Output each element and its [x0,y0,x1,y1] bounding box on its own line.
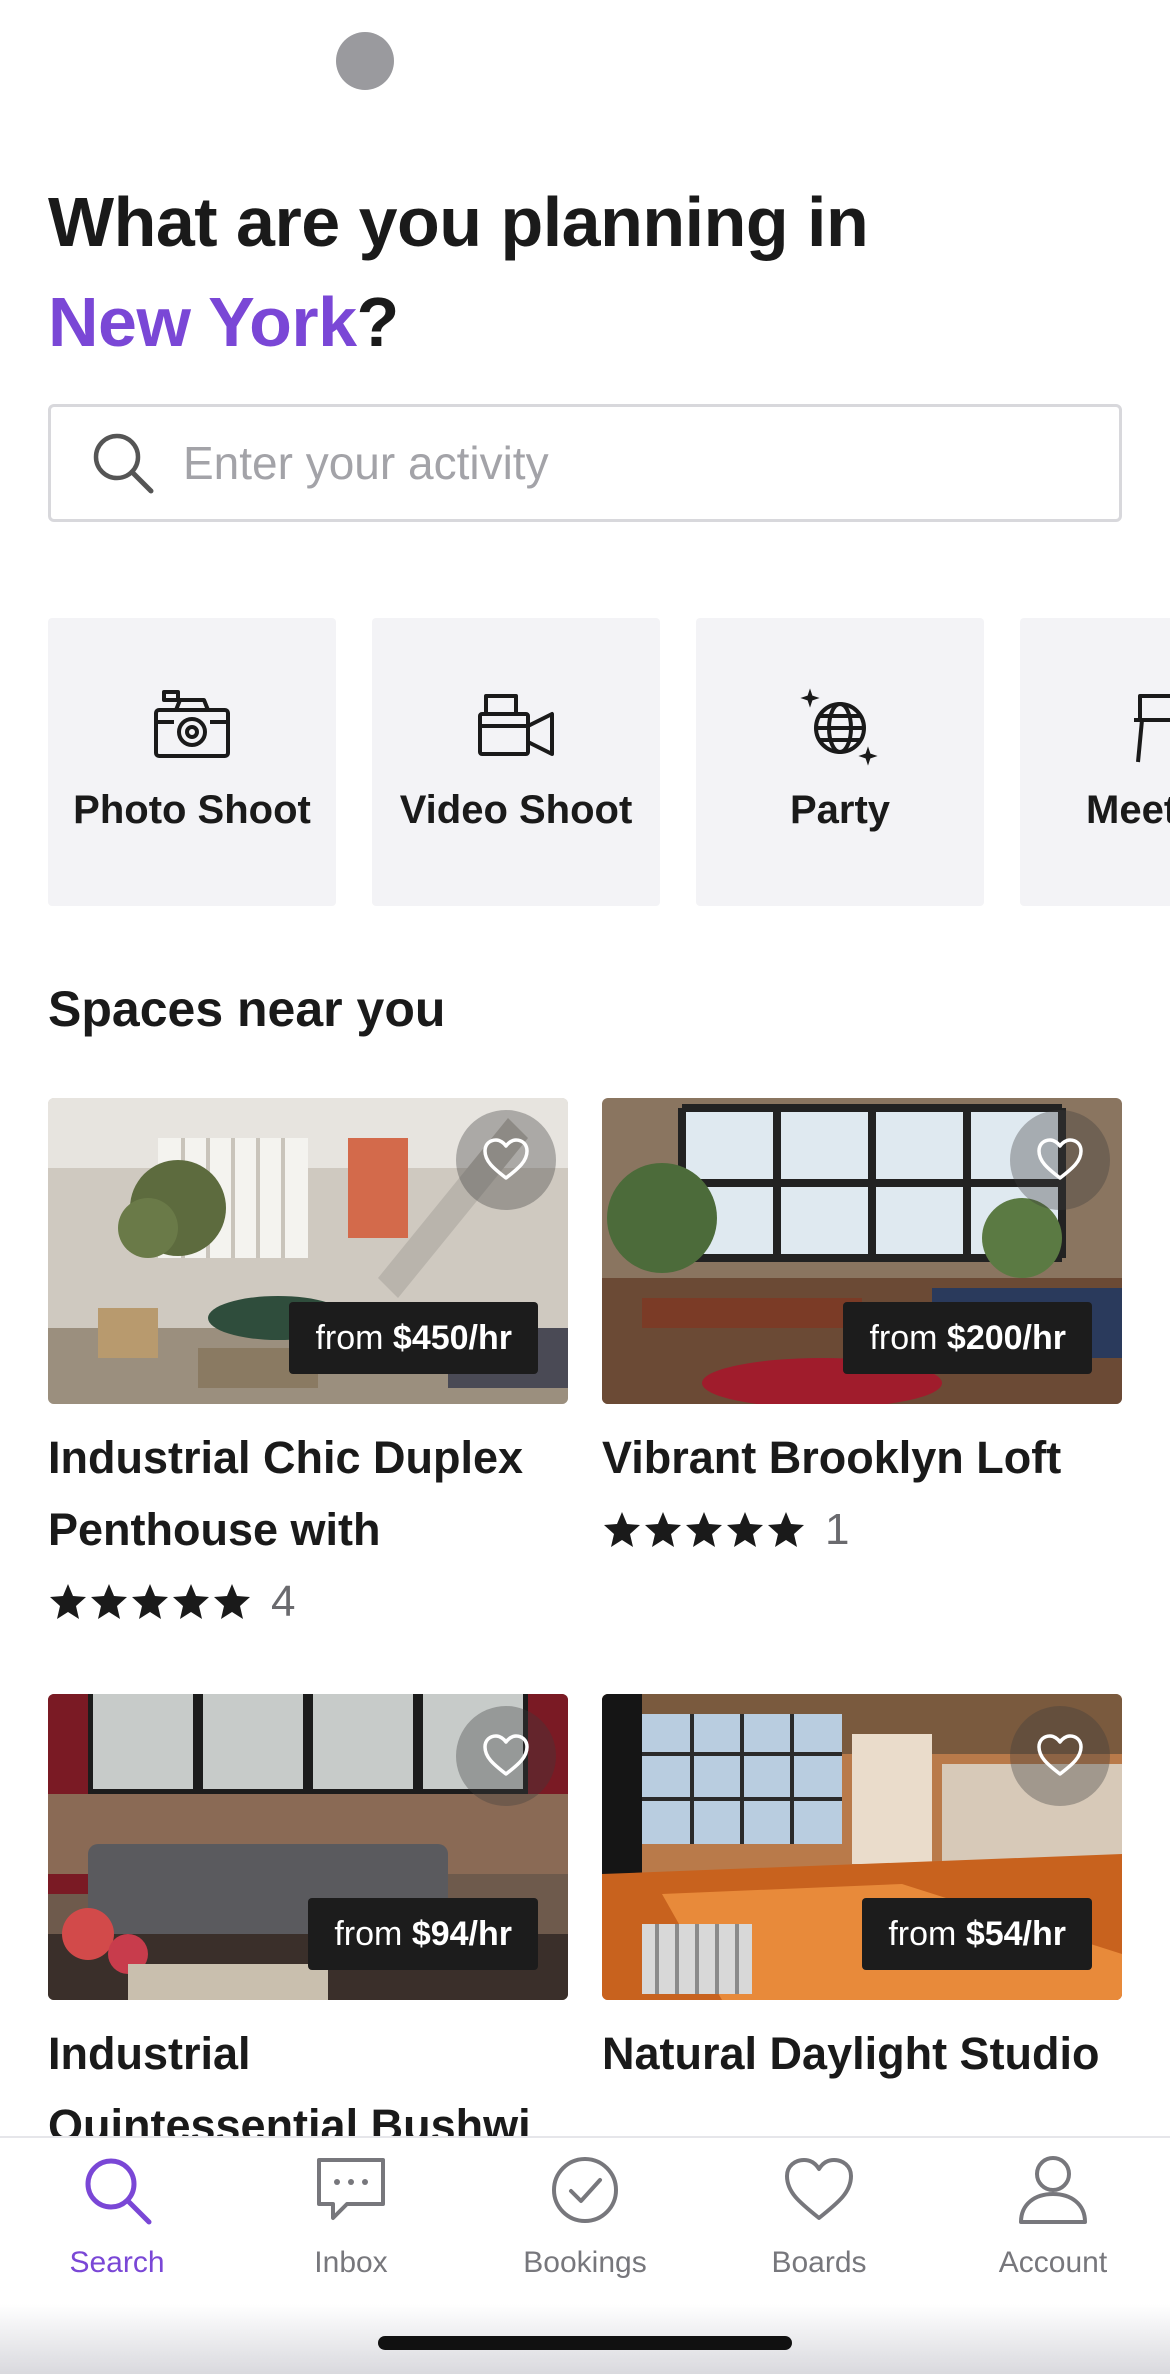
listing-photo[interactable]: from $54/hr [602,1694,1122,2000]
star-icon [768,1512,804,1547]
search-icon [85,2158,152,2225]
activity-search-input[interactable] [183,436,1083,490]
tab-inbox[interactable]: Inbox [234,2138,468,2318]
tab-label: Search [69,2246,165,2279]
listing-card[interactable]: from $54/hr Natural Daylight Studio [602,1694,1122,2090]
listing-card[interactable]: from $200/hr Vibrant Brooklyn Loft 1 [602,1098,1122,1566]
person-icon [1019,2156,1087,2224]
disco-ball-icon [800,688,878,766]
home-indicator[interactable] [378,2336,792,2350]
star-icon [173,1584,209,1619]
price-badge: from $200/hr [843,1302,1092,1374]
price-prefix: from [334,1915,412,1953]
heart-icon [1037,1734,1083,1776]
tab-label: Boards [771,2246,867,2279]
listing-title[interactable]: Vibrant Brooklyn Loft [602,1422,1122,1494]
star-icon [604,1512,640,1547]
price-value: $54/hr [965,1915,1066,1953]
tab-label: Bookings [523,2246,647,2279]
listing-title[interactable]: Industrial Chic Duplex Penthouse with Ab… [48,1422,568,1566]
price-prefix: from [888,1915,966,1953]
category-photo-shoot[interactable]: Photo Shoot [48,618,336,906]
heart-icon [785,2158,853,2220]
listing-photo[interactable]: from $200/hr [602,1098,1122,1404]
price-value: $450/hr [392,1319,512,1357]
star-icon [132,1584,168,1619]
check-circle-icon [552,2157,618,2223]
tab-search[interactable]: Search [0,2138,234,2318]
listing-card[interactable]: from $450/hr Industrial Chic Duplex Pent… [48,1098,568,1638]
search-icon [93,433,154,494]
listing-title[interactable]: Natural Daylight Studio [602,2018,1122,2090]
category-carousel[interactable]: Photo Shoot Video Shoot Party Meet [48,618,1170,906]
listing-card[interactable]: from $94/hr Industrial Quintessential Bu… [48,1694,568,2162]
price-prefix: from [869,1319,947,1357]
tab-account[interactable]: Account [936,2138,1170,2318]
save-heart-button[interactable] [1010,1110,1110,1210]
heart-icon [483,1734,529,1776]
category-meet[interactable]: Meet [1020,618,1170,906]
tab-label: Inbox [314,2246,388,2279]
save-heart-button[interactable] [456,1706,556,1806]
price-badge: from $54/hr [862,1898,1092,1970]
camera-cutout [336,32,394,90]
chat-icon [317,2158,385,2220]
category-label: Meet [1086,788,1170,832]
category-label: Party [789,788,891,832]
review-count: 4 [271,1577,296,1626]
category-party[interactable]: Party [696,618,984,906]
star-icon [91,1584,127,1619]
save-heart-button[interactable] [456,1110,556,1210]
category-video-shoot[interactable]: Video Shoot [372,618,660,906]
price-value: $200/hr [946,1319,1066,1357]
section-title: Spaces near you [48,981,446,1037]
video-camera-icon [478,694,554,756]
star-icon [214,1584,250,1619]
star-icon [727,1512,763,1547]
tab-label: Account [998,2246,1108,2279]
price-badge: from $94/hr [308,1898,538,1970]
star-rating [602,1510,807,1550]
save-heart-button[interactable] [1010,1706,1110,1806]
listing-photo[interactable]: from $450/hr [48,1098,568,1404]
star-icon [686,1512,722,1547]
tab-bookings[interactable]: Bookings [468,2138,702,2318]
activity-search-bar[interactable] [48,404,1122,522]
chair-icon [1134,694,1170,763]
city-link[interactable]: New York [48,283,357,361]
star-icon [50,1584,86,1619]
listing-rating: 1 [602,1494,1122,1566]
price-value: $94/hr [411,1915,512,1953]
review-count: 1 [825,1505,850,1554]
listing-rating: 4 [48,1566,568,1638]
star-rating [48,1582,253,1622]
camera-icon [154,690,230,758]
heart-icon [483,1138,529,1180]
page-title: What are you planning in New York? [48,172,1048,372]
page-title-line1: What are you planning in [48,183,869,261]
listing-photo[interactable]: from $94/hr [48,1694,568,2000]
price-badge: from $450/hr [289,1302,538,1374]
category-label: Photo Shoot [73,788,311,832]
page-title-suffix: ? [356,283,400,361]
category-label: Video Shoot [399,788,633,832]
price-prefix: from [315,1319,393,1357]
heart-icon [1037,1138,1083,1180]
tab-boards[interactable]: Boards [702,2138,936,2318]
star-icon [645,1512,681,1547]
